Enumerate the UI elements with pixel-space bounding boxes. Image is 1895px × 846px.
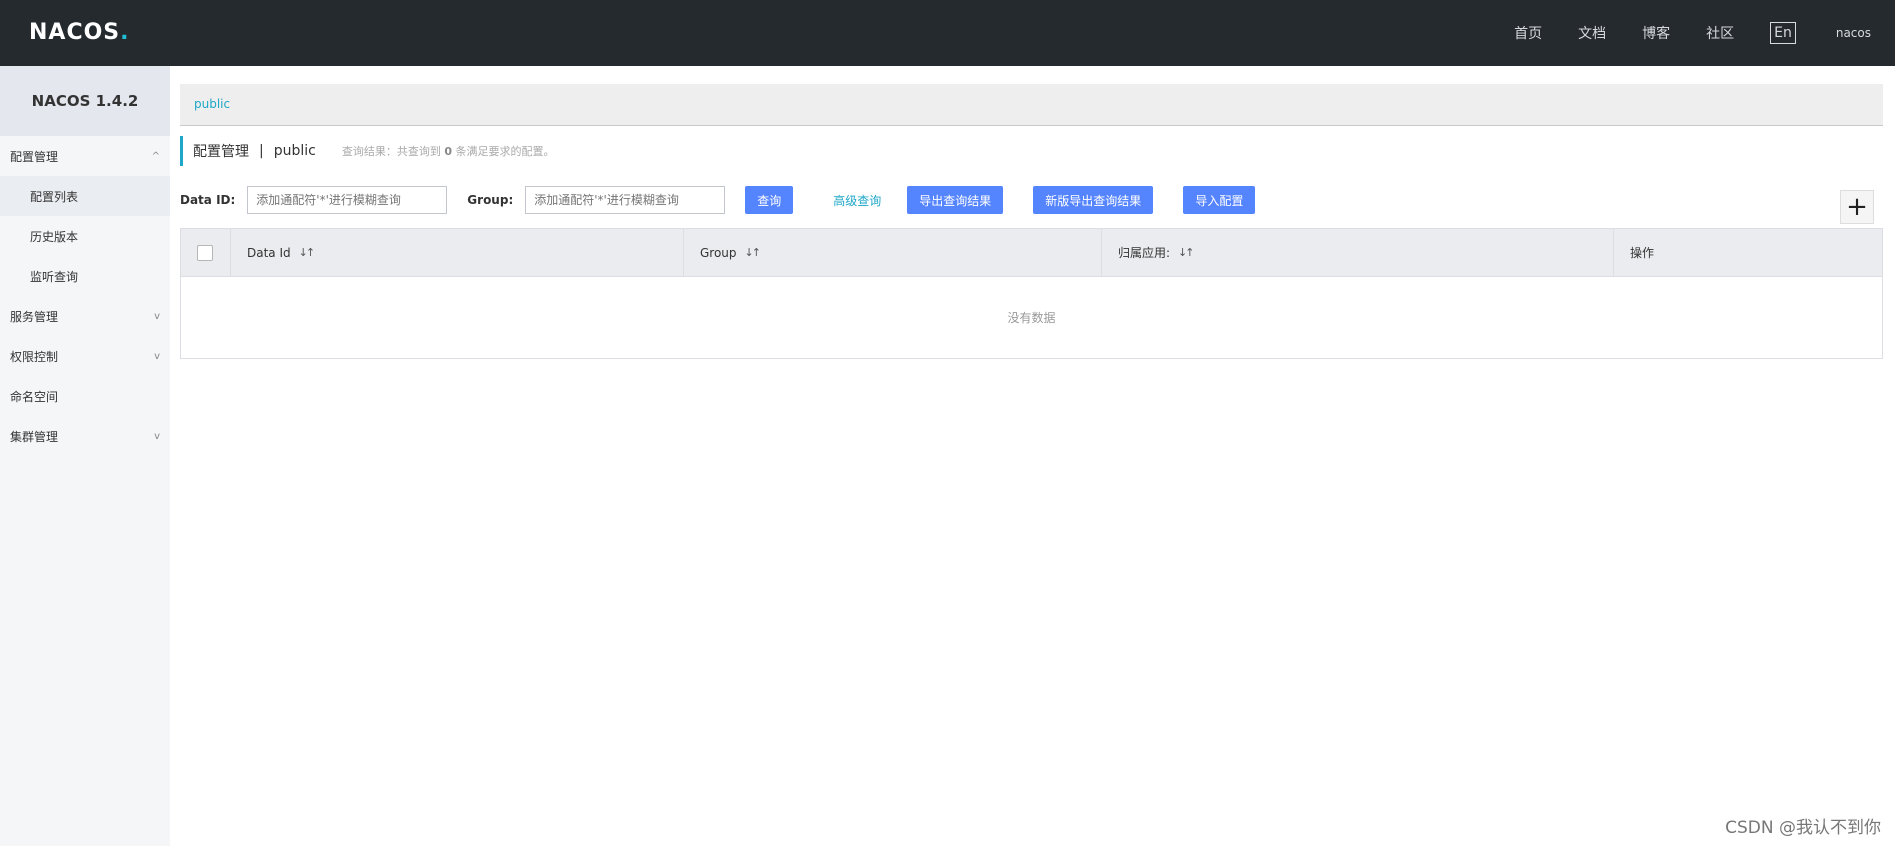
nacos-logo[interactable]: NACOS.: [29, 20, 130, 45]
sidebar-item-history[interactable]: 历史版本: [0, 216, 170, 256]
sidebar-item-namespace[interactable]: 命名空间: [0, 376, 170, 416]
chevron-down-icon: v: [154, 310, 160, 322]
sidebar-group-label: 配置管理: [10, 149, 59, 164]
column-app[interactable]: 归属应用: ↓↑: [1102, 229, 1614, 276]
watermark: CSDN @我认不到你: [1725, 818, 1881, 838]
column-dataid[interactable]: Data Id ↓↑: [231, 229, 684, 276]
chevron-up-icon: ^: [151, 150, 160, 162]
export-button[interactable]: 导出查询结果: [907, 186, 1004, 214]
title-separator: |: [259, 143, 264, 159]
sort-icon[interactable]: ↓↑: [745, 246, 762, 259]
sidebar-group-label: 权限控制: [10, 349, 59, 364]
chevron-down-icon: v: [154, 350, 160, 362]
select-all-checkbox[interactable]: [197, 244, 213, 261]
user-menu[interactable]: nacos: [1836, 26, 1871, 40]
column-actions: 操作: [1630, 246, 1655, 260]
title-namespace: public: [273, 143, 316, 159]
sidebar-group-config[interactable]: 配置管理 ^: [0, 136, 170, 176]
dataid-input[interactable]: [247, 186, 448, 214]
group-label: Group:: [467, 193, 514, 207]
top-nav: 首页 文档 博客 社区 En nacos: [1514, 0, 1895, 66]
export-new-button[interactable]: 新版导出查询结果: [1033, 186, 1154, 214]
plus-icon: +: [1846, 192, 1868, 222]
namespace-bar: public: [180, 84, 1883, 126]
select-all-cell: [181, 229, 231, 276]
main-content: public 配置管理 | public 查询结果：共查询到 0 条满足要求的配…: [170, 66, 1895, 846]
query-result-info: 查询结果：共查询到 0 条满足要求的配置。: [341, 145, 555, 158]
sidebar-group-label: 集群管理: [10, 429, 59, 444]
nav-community[interactable]: 社区: [1706, 23, 1734, 43]
add-config-button[interactable]: +: [1840, 190, 1874, 224]
import-config-button[interactable]: 导入配置: [1183, 186, 1256, 214]
sort-icon[interactable]: ↓↑: [299, 246, 316, 259]
namespace-public[interactable]: public: [194, 97, 230, 111]
sidebar-item-listener-query[interactable]: 监听查询: [0, 256, 170, 296]
table-header: Data Id ↓↑ Group ↓↑ 归属应用: ↓↑ 操作: [181, 229, 1882, 277]
sidebar-group-cluster[interactable]: 集群管理 v: [0, 416, 170, 456]
sidebar-group-label: 命名空间: [10, 389, 59, 404]
language-toggle-button[interactable]: En: [1770, 22, 1796, 44]
nav-home[interactable]: 首页: [1514, 23, 1542, 43]
sidebar-version: NACOS 1.4.2: [0, 66, 170, 136]
dataid-label: Data ID:: [180, 193, 236, 207]
sidebar: NACOS 1.4.2 配置管理 ^ 配置列表 历史版本 监听查询 服务管理 v…: [0, 66, 170, 846]
table-empty-state: 没有数据: [1007, 311, 1056, 325]
sidebar-group-service[interactable]: 服务管理 v: [0, 296, 170, 336]
nav-docs[interactable]: 文档: [1578, 23, 1606, 43]
advanced-query-link[interactable]: 高级查询: [833, 192, 881, 209]
group-input[interactable]: [525, 186, 726, 214]
filter-row: Data ID: Group: 查询 高级查询 导出查询结果 新版导出查询结果 …: [180, 186, 1256, 214]
sidebar-group-label: 服务管理: [10, 309, 59, 324]
query-button[interactable]: 查询: [745, 186, 794, 214]
column-group[interactable]: Group ↓↑: [684, 229, 1102, 276]
sort-icon[interactable]: ↓↑: [1178, 246, 1195, 259]
result-count: 0: [444, 145, 452, 158]
sidebar-item-config-list[interactable]: 配置列表: [0, 176, 170, 216]
chevron-down-icon: v: [154, 430, 160, 442]
top-header: NACOS. 首页 文档 博客 社区 En nacos: [0, 0, 1895, 66]
config-table: Data Id ↓↑ Group ↓↑ 归属应用: ↓↑ 操作 没有数据: [180, 228, 1883, 359]
page-title-text: 配置管理: [193, 144, 249, 160]
page-title: 配置管理 | public 查询结果：共查询到 0 条满足要求的配置。: [180, 136, 555, 166]
nav-blog[interactable]: 博客: [1642, 23, 1670, 43]
sidebar-group-auth[interactable]: 权限控制 v: [0, 336, 170, 376]
